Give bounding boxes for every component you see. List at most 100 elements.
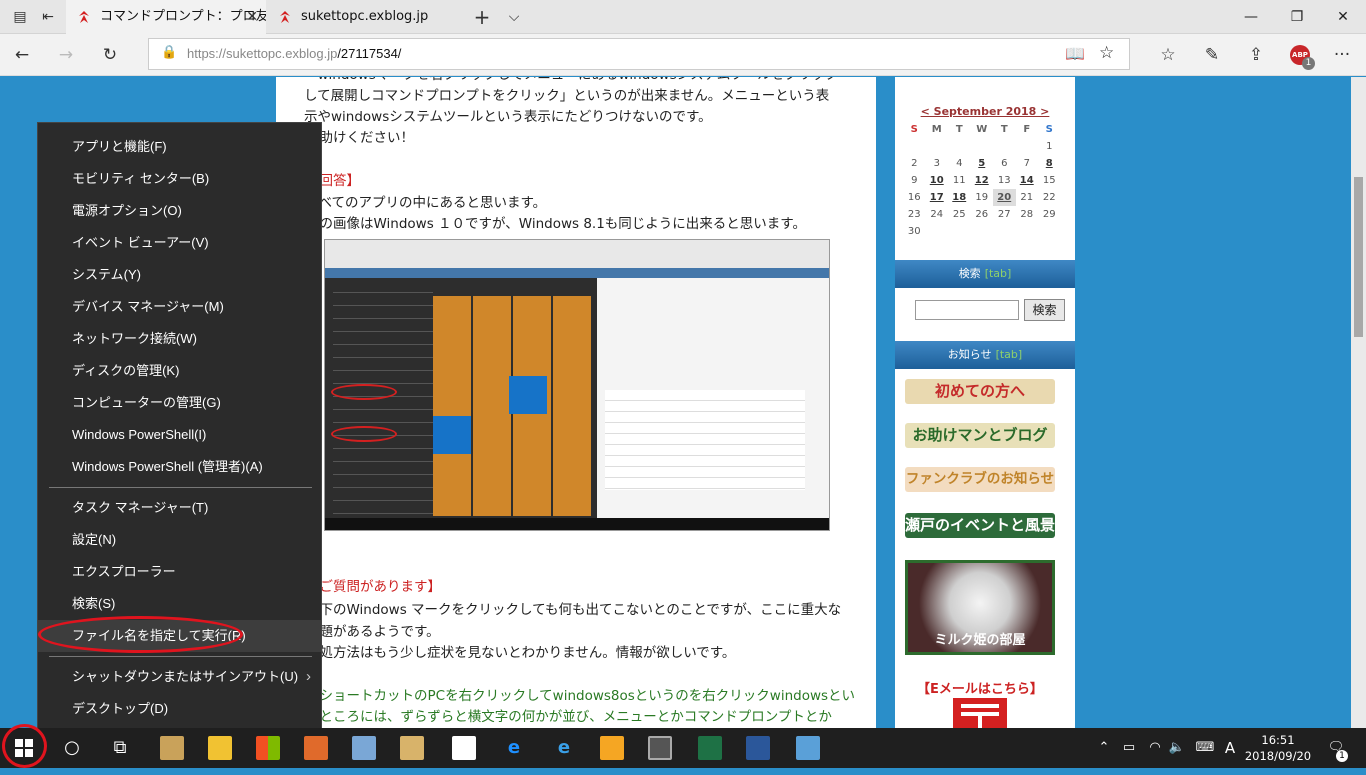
banner-helper-blog[interactable]: お助けマンとブログ bbox=[905, 423, 1055, 448]
clock[interactable]: 16:51 2018/09/20 bbox=[1238, 732, 1318, 764]
calendar-day-link[interactable]: 10 bbox=[926, 172, 949, 189]
page-scrollbar[interactable] bbox=[1351, 77, 1366, 728]
new-tab-icon[interactable]: + bbox=[472, 7, 492, 27]
article-line: 「windowsマークを右クリックしてメニューにあるwindowsシステムツール… bbox=[304, 77, 838, 86]
sticky-notes-icon[interactable] bbox=[440, 728, 488, 768]
menu-item-search[interactable]: 検索(S) bbox=[38, 588, 321, 620]
calendar-day-link[interactable]: 8 bbox=[1038, 155, 1061, 172]
menu-item-device-manager[interactable]: デバイス マネージャー(M) bbox=[38, 291, 321, 323]
menu-item-apps-features[interactable]: アプリと機能(F) bbox=[38, 131, 321, 163]
maximize-button[interactable]: ❐ bbox=[1274, 0, 1320, 34]
article-line: 問題があるようです。 bbox=[306, 624, 440, 640]
calendar-day bbox=[1016, 223, 1039, 240]
internet-explorer-icon[interactable]: e bbox=[540, 728, 588, 768]
email-link[interactable]: 【Eメールはこちら】 bbox=[905, 678, 1055, 697]
weekday: W bbox=[976, 124, 988, 135]
calendar-day-link[interactable]: 14 bbox=[1016, 172, 1039, 189]
minimize-button[interactable]: — bbox=[1228, 0, 1274, 34]
chevron-right-icon: › bbox=[306, 668, 311, 685]
cat-photo-banner[interactable]: ミルク姫の部屋 bbox=[905, 560, 1055, 655]
word-icon[interactable] bbox=[734, 728, 782, 768]
calendar-day bbox=[1038, 223, 1061, 240]
calendar-day-link[interactable]: 18 bbox=[948, 189, 971, 206]
search-button[interactable]: 検索 bbox=[1024, 299, 1065, 321]
store-icon[interactable] bbox=[244, 728, 292, 768]
menu-item-run[interactable]: ファイル名を指定して実行(R) bbox=[38, 620, 321, 652]
menu-item-computer-management[interactable]: コンピューターの管理(G) bbox=[38, 387, 321, 419]
refresh-icon[interactable]: ↻ bbox=[98, 43, 122, 67]
calendar-day-link[interactable]: 12 bbox=[971, 172, 994, 189]
volume-muted-icon[interactable]: 🔈 bbox=[1166, 728, 1188, 768]
web-note-pen-icon[interactable]: ✎ bbox=[1200, 43, 1224, 67]
favorites-hub-icon[interactable]: ☆ bbox=[1156, 43, 1180, 67]
menu-item-settings[interactable]: 設定(N) bbox=[38, 524, 321, 556]
network-icon[interactable]: ◠ bbox=[1144, 728, 1166, 768]
banner-fanclub[interactable]: ファンクラブのお知らせ bbox=[905, 467, 1055, 492]
calendar-month[interactable]: < September 2018 > bbox=[895, 105, 1075, 118]
app-icon-dark[interactable] bbox=[636, 728, 684, 768]
app-icon-blue[interactable] bbox=[784, 728, 832, 768]
task-view-icon[interactable]: ⧉ bbox=[96, 728, 144, 768]
menu-item-system[interactable]: システム(Y) bbox=[38, 259, 321, 291]
tab-bar: ▤ ⇤ コマンドプロンプト：プロ友パ ✕ sukettopc.exblog.jp… bbox=[0, 0, 1366, 34]
close-tab-icon[interactable]: ✕ bbox=[246, 0, 258, 34]
file-explorer-icon[interactable] bbox=[196, 728, 244, 768]
ime-indicator[interactable]: A bbox=[1220, 728, 1240, 768]
menu-item-disk-management[interactable]: ディスクの管理(K) bbox=[38, 355, 321, 387]
menu-item-mobility-center[interactable]: モビリティ センター(B) bbox=[38, 163, 321, 195]
address-bar[interactable]: 🔒 https://sukettopc.exblog.jp/27117534/ … bbox=[148, 38, 1130, 70]
more-menu-icon[interactable]: ··· bbox=[1330, 43, 1354, 67]
power-icon[interactable]: ▭ bbox=[1118, 728, 1140, 768]
calendar-day-today[interactable]: 20 bbox=[993, 189, 1016, 206]
banner-beginners[interactable]: 初めての方へ bbox=[905, 379, 1055, 404]
menu-item-shutdown-signout[interactable]: シャットダウンまたはサインアウト(U) › bbox=[38, 661, 321, 693]
palette-app-icon[interactable] bbox=[388, 728, 436, 768]
excel-icon[interactable] bbox=[686, 728, 734, 768]
banner-seto-events[interactable]: 瀬戸のイベントと風景 bbox=[905, 513, 1055, 538]
keyboard-icon[interactable]: ⌨ bbox=[1192, 728, 1218, 768]
scrollbar-thumb[interactable] bbox=[1354, 177, 1363, 337]
site-favicon-icon bbox=[280, 11, 290, 23]
tab-article[interactable]: コマンドプロンプト：プロ友パ ✕ bbox=[66, 0, 266, 34]
news-widget-header: お知らせ [tab] bbox=[895, 341, 1075, 369]
search-input[interactable] bbox=[915, 300, 1019, 320]
calendar-day: 27 bbox=[997, 209, 1011, 220]
article-line: して展開しコマンドプロンプトをクリック」というのが出来ません。メニューという表 bbox=[304, 88, 830, 104]
weekday: F bbox=[1023, 124, 1031, 135]
menu-item-powershell-admin[interactable]: Windows PowerShell (管理者)(A) bbox=[38, 451, 321, 483]
menu-item-network-connections[interactable]: ネットワーク接続(W) bbox=[38, 323, 321, 355]
back-arrow-icon[interactable]: ← bbox=[10, 43, 34, 67]
forward-arrow-icon[interactable]: → bbox=[54, 43, 78, 67]
app-icon-1[interactable] bbox=[148, 728, 196, 768]
edge-browser-icon[interactable]: e bbox=[490, 728, 538, 768]
share-icon[interactable]: ⇪ bbox=[1244, 43, 1268, 67]
calendar-day-link[interactable]: 5 bbox=[971, 155, 994, 172]
close-window-button[interactable]: ✕ bbox=[1320, 0, 1366, 34]
mail-post-icon[interactable] bbox=[953, 698, 1007, 728]
menu-item-power-options[interactable]: 電源オプション(O) bbox=[38, 195, 321, 227]
calendar-grid: S M T W T F S 1 2345678 9 10 11 12 13 14 15 16… bbox=[903, 121, 1061, 240]
search-widget-tag[interactable]: [tab] bbox=[985, 267, 1012, 280]
calendar-day: 30 bbox=[907, 226, 921, 237]
calendar-day-link[interactable]: 17 bbox=[926, 189, 949, 206]
reading-view-icon[interactable]: 📖 bbox=[1065, 44, 1085, 63]
set-aside-tabs-icon[interactable]: ⇤ bbox=[38, 7, 58, 27]
app-icon-orange[interactable] bbox=[588, 728, 636, 768]
menu-item-powershell[interactable]: Windows PowerShell(I) bbox=[38, 419, 321, 451]
menu-item-event-viewer[interactable]: イベント ビューアー(V) bbox=[38, 227, 321, 259]
news-widget-tag[interactable]: [tab] bbox=[996, 348, 1023, 361]
menu-item-explorer[interactable]: エクスプローラー bbox=[38, 556, 321, 588]
tab-list-chevron-icon[interactable]: ⌵ bbox=[504, 7, 524, 27]
tab-sukettopc[interactable]: sukettopc.exblog.jp bbox=[267, 0, 463, 34]
show-hidden-icons-chevron-icon[interactable]: ⌃ bbox=[1094, 728, 1114, 768]
paint-app-icon[interactable] bbox=[340, 728, 388, 768]
toolbox-app-icon[interactable] bbox=[292, 728, 340, 768]
menu-item-task-manager[interactable]: タスク マネージャー(T) bbox=[38, 492, 321, 524]
start-button[interactable] bbox=[0, 728, 48, 768]
tab-title: sukettopc.exblog.jp bbox=[301, 9, 429, 24]
tab-preview-icon[interactable]: ▤ bbox=[10, 7, 30, 27]
action-center-icon[interactable]: 🗨 bbox=[1322, 728, 1350, 768]
favorite-star-icon[interactable]: ☆ bbox=[1099, 43, 1114, 63]
menu-item-desktop[interactable]: デスクトップ(D) bbox=[38, 693, 321, 725]
cortana-search-icon[interactable]: ○ bbox=[48, 728, 96, 768]
